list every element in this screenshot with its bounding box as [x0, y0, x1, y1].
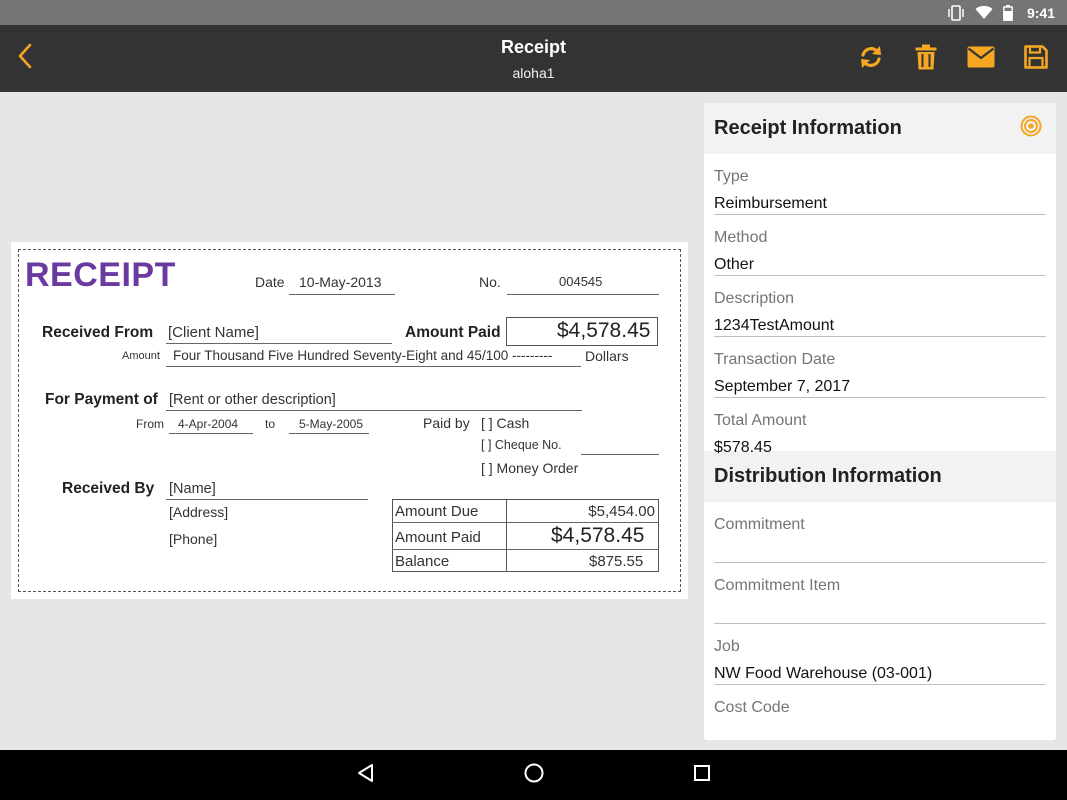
save-button[interactable]	[1008, 43, 1063, 75]
summary-row-divider-1	[392, 522, 659, 523]
received-from-label: Received From	[42, 324, 154, 341]
field-value: September 7, 2017	[714, 378, 851, 395]
received-from-value: [Client Name]	[168, 324, 259, 341]
triangle-back-icon	[356, 763, 376, 788]
summary-value-amount-paid: $4,578.45	[551, 524, 645, 547]
for-payment-label: For Payment of	[45, 391, 158, 408]
receipt-date-label: Date	[255, 274, 285, 290]
to-value: 5-May-2005	[299, 417, 364, 431]
field-type[interactable]: Type Reimbursement	[714, 154, 1046, 215]
field-label: Job	[714, 638, 740, 655]
field-method[interactable]: Method Other	[714, 215, 1046, 276]
field-label: Commitment	[714, 516, 805, 533]
paid-by-money-order: [ ] Money Order	[481, 460, 579, 476]
field-transaction-date[interactable]: Transaction Date September 7, 2017	[714, 337, 1046, 398]
receipt-image[interactable]: RECEIPT Date 10-May-2013 No. 004545 Rece…	[11, 242, 688, 599]
summary-col-divider	[506, 499, 507, 572]
from-label: From	[136, 417, 164, 431]
wifi-icon	[975, 5, 993, 20]
nav-recents-button[interactable]	[618, 750, 786, 800]
for-payment-underline	[166, 410, 582, 411]
receipt-no-label: No.	[479, 274, 501, 290]
field-value: Other	[714, 256, 755, 273]
trash-icon	[915, 44, 937, 75]
field-job[interactable]: Job NW Food Warehouse (03-001)	[714, 624, 1046, 685]
paid-by-cheque: [ ] Cheque No.	[481, 438, 562, 452]
for-payment-value: [Rent or other description]	[169, 392, 336, 408]
target-icon[interactable]	[1020, 115, 1042, 142]
field-value: Reimbursement	[714, 195, 827, 212]
field-label: Description	[714, 290, 795, 307]
paid-by-label: Paid by	[423, 415, 470, 431]
dollars-label: Dollars	[585, 348, 629, 364]
nav-home-button[interactable]	[450, 750, 618, 800]
from-value: 4-Apr-2004	[178, 417, 239, 431]
battery-icon	[1003, 4, 1013, 21]
amount-paid-label: Amount Paid	[405, 324, 501, 341]
summary-label-balance: Balance	[395, 553, 450, 570]
received-by-label: Received By	[62, 480, 155, 497]
field-value	[714, 603, 1046, 623]
cheque-underline	[581, 454, 659, 455]
refresh-icon	[858, 44, 884, 75]
field-total-amount[interactable]: Total Amount $578.45	[714, 398, 1046, 456]
envelope-icon	[967, 46, 995, 73]
details-panel[interactable]: Receipt Information Type Reimbursement M…	[704, 103, 1056, 740]
field-value	[714, 542, 1046, 562]
field-value: 1234TestAmount	[714, 317, 835, 334]
distribution-info-title: Distribution Information	[714, 465, 942, 487]
summary-row-divider-2	[392, 549, 659, 550]
system-nav-bar	[0, 750, 1067, 800]
summary-label-amount-due: Amount Due	[395, 503, 479, 520]
amount-words-underline	[166, 366, 581, 367]
amount-label: Amount	[122, 350, 160, 362]
address-value: [Address]	[169, 504, 229, 520]
field-label: Type	[714, 168, 749, 185]
received-by-value: [Name]	[169, 481, 216, 497]
vibrate-icon	[947, 4, 965, 21]
field-description[interactable]: Description 1234TestAmount	[714, 276, 1046, 337]
phone-value: [Phone]	[169, 531, 218, 547]
receipt-info-title: Receipt Information	[714, 117, 902, 139]
receipt-title: RECEIPT	[25, 256, 176, 294]
summary-label-amount-paid: Amount Paid	[395, 529, 481, 546]
field-cost-code[interactable]: Cost Code	[714, 685, 1046, 740]
received-from-underline	[166, 343, 392, 344]
amount-words: Four Thousand Five Hundred Seventy-Eight…	[173, 348, 553, 363]
field-label: Cost Code	[714, 699, 790, 716]
amount-paid-value: $4,578.45	[557, 319, 651, 342]
to-underline	[289, 433, 369, 434]
date-underline	[289, 294, 395, 295]
receipt-no-value: 004545	[559, 274, 603, 289]
field-commitment[interactable]: Commitment	[714, 502, 1046, 563]
to-label: to	[265, 417, 276, 431]
no-underline	[507, 294, 659, 295]
refresh-button[interactable]	[843, 43, 898, 75]
nav-back-button[interactable]	[282, 750, 450, 800]
app-bar: Receipt aloha1	[0, 25, 1067, 92]
receipt-info-header: Receipt Information	[704, 103, 1056, 154]
status-bar: 9:41	[0, 0, 1067, 25]
save-icon	[1023, 44, 1048, 74]
field-commitment-item[interactable]: Commitment Item	[714, 563, 1046, 624]
field-label: Transaction Date	[714, 351, 836, 368]
delete-button[interactable]	[898, 43, 953, 75]
paid-by-cash: [ ] Cash	[481, 415, 530, 431]
from-underline	[169, 433, 253, 434]
square-recents-icon	[693, 764, 711, 787]
summary-value-balance: $875.55	[589, 553, 644, 570]
received-by-underline	[166, 499, 368, 500]
field-label: Commitment Item	[714, 577, 841, 594]
field-label: Total Amount	[714, 412, 807, 429]
distribution-info-header: Distribution Information	[704, 451, 1056, 502]
field-value: NW Food Warehouse (03-001)	[714, 665, 933, 682]
email-button[interactable]	[953, 43, 1008, 75]
field-value	[714, 725, 1046, 740]
circle-home-icon	[523, 762, 545, 789]
status-time: 9:41	[1026, 4, 1055, 21]
receipt-date-value: 10-May-2013	[299, 274, 382, 290]
summary-value-amount-due: $5,454.00	[588, 503, 655, 520]
toolbar-actions	[843, 43, 1063, 75]
field-label: Method	[714, 229, 768, 246]
